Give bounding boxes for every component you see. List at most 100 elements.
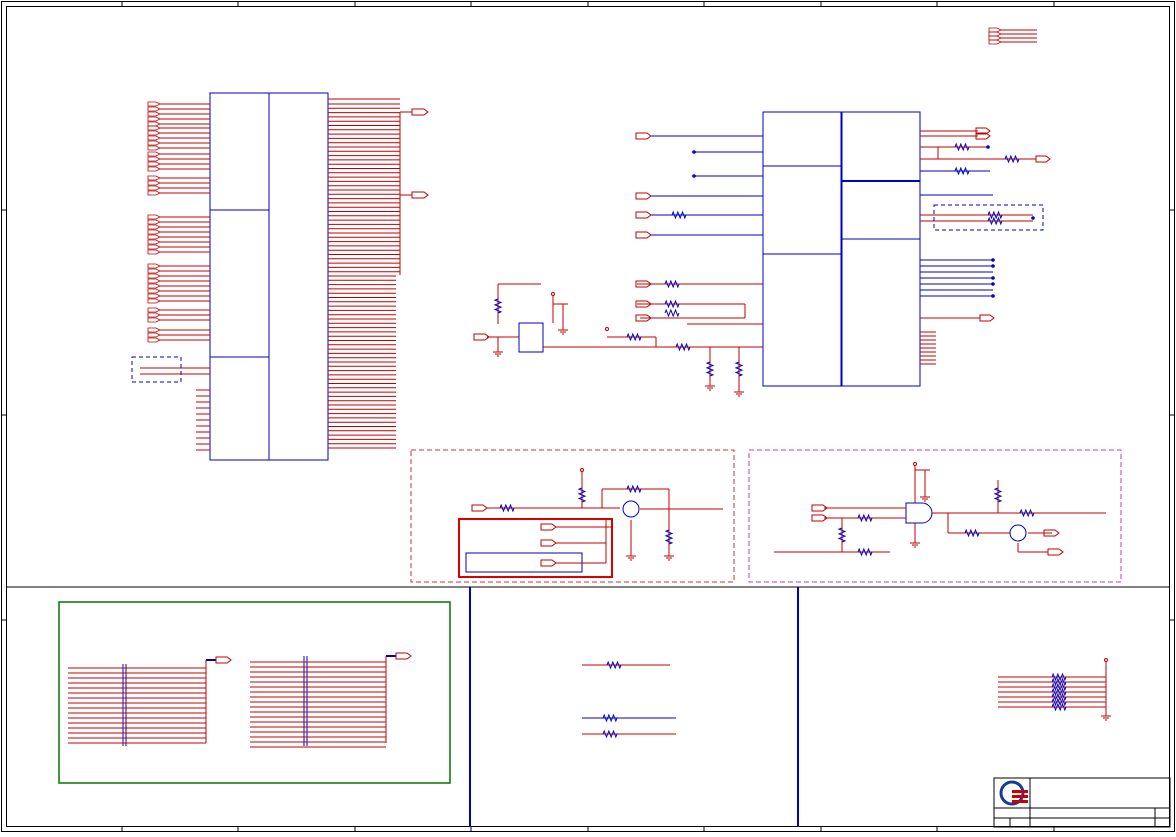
dashed-box-right <box>933 204 1044 231</box>
pin-tag <box>147 278 161 284</box>
pin-tag <box>147 293 161 299</box>
pin-tag <box>147 101 161 107</box>
pin-tag <box>147 111 161 117</box>
resistors <box>493 142 1067 739</box>
pin-tag <box>147 125 161 131</box>
resistor <box>664 529 674 545</box>
resistor <box>1051 672 1067 682</box>
frame-load-switch <box>410 449 735 583</box>
resistor <box>1051 677 1067 687</box>
pin-tag <box>147 288 161 294</box>
resistor <box>664 308 680 318</box>
resistor <box>964 528 980 538</box>
resistor <box>499 503 515 513</box>
logic-gate-block <box>487 283 763 392</box>
power-pin <box>605 327 609 331</box>
resistor <box>1004 154 1020 164</box>
left-ic-left-pins <box>147 101 210 451</box>
schematic-sheet <box>0 0 1176 833</box>
pin-tag <box>147 135 161 141</box>
resistor <box>837 527 847 543</box>
junction-dot <box>991 264 995 268</box>
connector-tag <box>988 35 1002 41</box>
pin-tag <box>147 180 161 186</box>
pin-tag <box>147 166 161 172</box>
power-pin <box>580 468 584 472</box>
pin-tag <box>147 307 161 313</box>
pin-tag <box>147 312 161 318</box>
resistor <box>1051 702 1067 712</box>
net-tag <box>540 559 557 567</box>
junction-dot <box>991 258 995 262</box>
controller-right-nets <box>920 127 1051 365</box>
resistor <box>664 279 680 289</box>
resistor <box>602 729 618 739</box>
resistor <box>626 332 642 342</box>
pin-tag <box>147 140 161 146</box>
pin-tag <box>147 161 161 167</box>
resistor <box>664 299 680 309</box>
resistor <box>987 216 1003 226</box>
middle-bottom-resistors <box>582 664 676 735</box>
pin-tag <box>147 224 161 230</box>
resistor <box>1051 682 1067 692</box>
pin-tag <box>147 121 161 127</box>
junction-dot <box>991 276 995 280</box>
pin-tag <box>147 219 161 225</box>
pin-tag <box>147 244 161 250</box>
left-ic-right-pins <box>328 103 401 449</box>
pin-tag <box>147 249 161 255</box>
net-tag <box>473 333 490 341</box>
connector-tag <box>988 39 1002 45</box>
net-tag <box>540 539 557 547</box>
net-tag <box>540 523 557 531</box>
net-tag <box>635 192 652 200</box>
controller-ic <box>762 111 921 387</box>
net-tag <box>635 132 652 140</box>
junction-dots <box>551 145 1108 662</box>
resistor <box>954 142 970 152</box>
pin-tag <box>147 298 161 304</box>
resistor <box>857 547 873 557</box>
resistor <box>993 487 1003 503</box>
resistor <box>1051 697 1067 707</box>
pin-tag <box>147 156 161 162</box>
frame-reset-circuit <box>748 449 1122 583</box>
pin-tag <box>147 130 161 136</box>
pin-tag <box>147 190 161 196</box>
net-tag <box>1035 155 1051 163</box>
junction-dot <box>986 145 990 149</box>
resistor <box>1019 508 1035 518</box>
company-logo-icon <box>999 780 1028 806</box>
schematic-canvas <box>1 1 1175 832</box>
net-tag <box>471 504 488 512</box>
bus-lines <box>68 656 387 748</box>
pin-tag <box>147 229 161 235</box>
junction-dot <box>1031 216 1035 220</box>
pin-tag <box>147 283 161 289</box>
resistor <box>493 298 503 314</box>
pin-tag <box>147 175 161 181</box>
connector-tag <box>988 27 1002 33</box>
net-tag <box>979 314 995 322</box>
pin-tag <box>147 327 161 333</box>
resistor <box>857 513 873 523</box>
junction-dot <box>991 282 995 286</box>
power-pin <box>1104 658 1108 662</box>
top-right-connector-tags <box>988 27 1037 45</box>
pin-tag <box>147 273 161 279</box>
pin-tag <box>147 116 161 122</box>
resistor <box>954 166 970 176</box>
pin-tag <box>147 263 161 269</box>
resistor <box>734 361 744 377</box>
resistor <box>606 660 622 670</box>
resistor <box>705 361 715 377</box>
resistor <box>602 713 618 723</box>
net-tag <box>1047 548 1064 556</box>
resistor <box>671 210 687 220</box>
pin-tag <box>147 332 161 338</box>
pin-tag <box>147 317 161 323</box>
pin-tag <box>147 106 161 112</box>
net-tag <box>635 231 652 239</box>
pin-tag <box>147 151 161 157</box>
